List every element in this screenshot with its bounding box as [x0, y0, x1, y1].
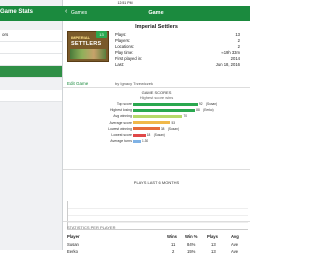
- divider: [63, 169, 250, 170]
- info-key: Players:: [115, 38, 131, 43]
- sidebar-item[interactable]: [0, 42, 62, 54]
- plays-chart: PLAYS LAST 6 MONTHS: [63, 179, 250, 239]
- stats-header-plays: Plays: [207, 234, 218, 239]
- plays-title: PLAYS LAST 6 MONTHS: [133, 180, 180, 185]
- scores-subtitle: Highest score wins: [139, 95, 174, 100]
- info-value: 13: [235, 32, 240, 37]
- score-bar-value: 88: [196, 108, 200, 113]
- score-bar-player: (Eerko): [203, 108, 214, 113]
- stats-row[interactable]: Susan 11 84% 13 Ave: [63, 242, 250, 248]
- divider: [63, 221, 250, 222]
- info-key: Plays:: [115, 32, 127, 37]
- score-bar-player: (Susan): [153, 133, 165, 137]
- stats-wins: 11: [171, 242, 176, 247]
- info-value: 2014: [230, 56, 240, 61]
- cover-title: SETTLERS: [71, 41, 102, 47]
- game-designer: by Ignacy Trzewiczek: [115, 81, 154, 86]
- sidebar-item[interactable]: [0, 54, 62, 66]
- stats-header-player: Player: [67, 234, 80, 239]
- score-bar-row: Highest losing 88 (Eerko): [63, 108, 250, 112]
- stats-header-wins: Wins: [167, 234, 177, 239]
- score-bar-value: 92: [199, 102, 203, 106]
- sidebar-item[interactable]: [0, 90, 62, 102]
- score-bar-player: (Susan): [206, 102, 218, 106]
- divider: [63, 87, 250, 88]
- score-bar-value: 18: [146, 133, 151, 137]
- score-bar-row: Lowest score 18 (Susan): [63, 133, 250, 137]
- plays-badge: 13: [96, 31, 107, 38]
- sidebar-item-selected[interactable]: [0, 66, 62, 78]
- score-bar-value: 53: [171, 120, 175, 125]
- stats-header-row: Player Wins Win % Plays Avg: [63, 234, 250, 240]
- cover-art: [70, 49, 106, 59]
- info-key: First played in:: [115, 56, 143, 61]
- status-time: 12:51 PM: [117, 1, 133, 5]
- page-title: Game: [148, 10, 164, 16]
- score-bar: [133, 102, 198, 106]
- info-key: Last:: [115, 62, 125, 67]
- sidebar-header: Game Stats: [0, 6, 62, 21]
- score-bar-row: Average turns 1.30: [63, 139, 250, 143]
- score-bar: [133, 121, 171, 125]
- stats-title: STATISTICS PER PLAYER: [67, 225, 116, 230]
- game-detail: Imperial Settlers IMPERIAL SETTLERS 13 P…: [63, 21, 250, 254]
- score-bar: [133, 108, 196, 112]
- sidebar: Game Stats ors: [0, 0, 63, 250]
- score-bar: [133, 127, 160, 131]
- score-bar: [133, 133, 146, 137]
- score-bar-label: Highest losing: [110, 108, 132, 113]
- score-bar: [133, 139, 141, 143]
- info-key: Locations:: [115, 44, 135, 49]
- score-bar-row: Lowest winning 38 (Susan): [63, 127, 250, 131]
- score-bar-label: Average score: [109, 120, 132, 125]
- plays-gridline: [68, 222, 248, 223]
- score-bar-row: Top score 92 (Susan): [63, 102, 250, 106]
- edit-game-button[interactable]: Edit Game: [67, 81, 88, 86]
- score-bar: [133, 114, 183, 118]
- stats-plays: 13: [211, 242, 216, 247]
- score-bar-label: Lowest winning: [108, 126, 132, 131]
- nav-header: ‹ Games Game: [62, 6, 250, 21]
- score-bar-label: Top score: [116, 102, 132, 106]
- game-info: Plays: 13 Players: 2 Locations: 2 Play time…: [115, 32, 240, 68]
- sidebar-title: Game Stats: [0, 9, 34, 15]
- score-bar-value: 1.30: [142, 139, 149, 144]
- score-bar-label: Lowest score: [111, 133, 132, 137]
- cover-brand: IMPERIAL: [71, 35, 91, 40]
- info-value: 2: [237, 38, 240, 43]
- score-bar-label: Avg winning: [113, 114, 132, 119]
- game-name: Imperial Settlers: [135, 24, 178, 30]
- stats-header-avg: Avg: [231, 234, 239, 239]
- sidebar-item-label: ors: [2, 32, 9, 37]
- sidebar-item[interactable]: ors: [0, 30, 62, 42]
- info-value: 2: [237, 44, 240, 49]
- stats-winpct: 84%: [187, 242, 196, 247]
- info-value: Jun 18, 2016: [215, 62, 240, 67]
- info-key: Play time:: [115, 50, 134, 55]
- score-bar-value: 38: [160, 126, 165, 131]
- score-bar-label: Average turns: [110, 139, 132, 144]
- stats-avg: Ave: [231, 242, 239, 247]
- score-bar-value: 70: [183, 114, 187, 119]
- score-bar-player: (Susan): [167, 126, 180, 131]
- stats-player: Susan: [67, 242, 79, 247]
- stats-header-winpct: Win %: [185, 234, 198, 239]
- plays-gridline: [68, 208, 248, 209]
- score-bar-row: Avg winning 70: [63, 114, 250, 118]
- score-bar-row: Average score 53: [63, 121, 250, 125]
- plays-gridline: [68, 215, 248, 216]
- info-value: ≈19h 33m: [221, 50, 240, 55]
- info-row: Last: Jun 18, 2016: [115, 62, 240, 68]
